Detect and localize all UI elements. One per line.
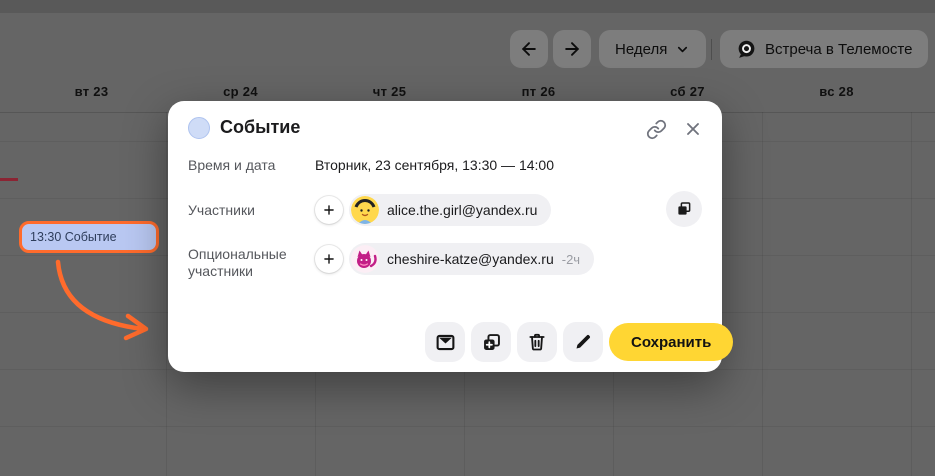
delete-event-button[interactable] <box>517 322 557 362</box>
close-button[interactable] <box>679 115 707 143</box>
datetime-value: Вторник, 23 сентября, 13:30 — 14:00 <box>315 157 554 173</box>
arrow-right-icon <box>562 39 582 59</box>
close-icon <box>683 119 703 139</box>
telemost-icon <box>736 39 757 60</box>
prev-week-button[interactable] <box>510 30 548 68</box>
copy-icon <box>675 200 693 218</box>
save-button[interactable]: Сохранить <box>609 323 733 361</box>
participant-email: alice.the.girl@yandex.ru <box>387 202 537 218</box>
edit-event-button[interactable] <box>563 322 603 362</box>
optional-participant-email: cheshire-katze@yandex.ru <box>387 251 554 267</box>
timezone-offset-badge: -2ч <box>562 252 580 267</box>
day-header: вс 28 <box>762 84 911 99</box>
pencil-icon <box>573 332 593 352</box>
copy-link-button[interactable] <box>642 115 670 143</box>
telemost-meeting-button[interactable]: Встреча в Телемосте <box>720 30 928 68</box>
view-selector-label: Неделя <box>615 41 667 58</box>
chevron-down-icon <box>675 42 690 57</box>
duplicate-event-button[interactable] <box>471 322 511 362</box>
toolbar-divider <box>711 39 712 60</box>
day-header: ср 24 <box>166 84 315 99</box>
add-participant-button[interactable] <box>315 196 343 224</box>
week-day-header-row: вт 23 ср 24 чт 25 пт 26 сб 27 вс 28 <box>0 84 935 102</box>
window-top-strip <box>0 0 935 13</box>
envelope-icon <box>435 332 456 353</box>
participant-chip[interactable]: alice.the.girl@yandex.ru <box>349 194 551 226</box>
plus-icon <box>322 252 336 266</box>
day-header: сб 27 <box>613 84 762 99</box>
day-header: пт 26 <box>464 84 613 99</box>
day-header: чт 25 <box>315 84 464 99</box>
event-chip-label: 13:30 Событие <box>30 230 117 244</box>
next-week-button[interactable] <box>553 30 591 68</box>
arrow-left-icon <box>519 39 539 59</box>
event-color-dot <box>188 117 210 139</box>
day-header: вт 23 <box>17 84 166 99</box>
trash-icon <box>527 332 547 352</box>
datetime-label: Время и дата <box>188 157 275 174</box>
optional-participants-label: Опциональные участники <box>188 246 310 280</box>
calendar-event-chip[interactable]: 13:30 Событие <box>19 221 159 253</box>
telemost-button-label: Встреча в Телемосте <box>765 41 912 58</box>
copy-participants-button[interactable] <box>666 191 702 227</box>
optional-participant-chip[interactable]: cheshire-katze@yandex.ru -2ч <box>349 243 594 275</box>
duplicate-icon <box>481 332 502 353</box>
current-time-indicator <box>0 178 18 181</box>
view-selector-dropdown[interactable]: Неделя <box>599 30 706 68</box>
send-email-button[interactable] <box>425 322 465 362</box>
participants-label: Участники <box>188 202 255 219</box>
event-popup: Событие Время и дата Вторник, 23 сентябр… <box>168 101 722 372</box>
participant-avatar <box>351 196 379 224</box>
plus-icon <box>322 203 336 217</box>
popup-title: Событие <box>220 117 300 138</box>
link-icon <box>646 119 667 140</box>
add-optional-participant-button[interactable] <box>315 245 343 273</box>
optional-participant-avatar <box>351 245 379 273</box>
